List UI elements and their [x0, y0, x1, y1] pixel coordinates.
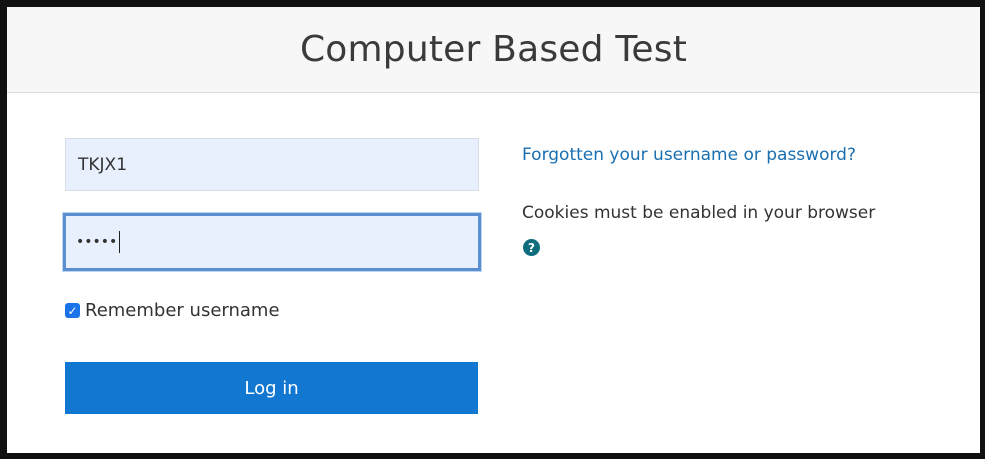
- password-input[interactable]: •••••: [63, 213, 481, 271]
- remember-username-label: Remember username: [85, 300, 280, 321]
- question-circle-icon[interactable]: ?: [523, 239, 540, 256]
- remember-username[interactable]: ✓ Remember username: [65, 300, 280, 321]
- password-value: •••••: [76, 234, 118, 250]
- login-button[interactable]: Log in: [65, 362, 478, 414]
- username-value: TKJX1: [78, 154, 128, 175]
- forgot-credentials-link[interactable]: Forgotten your username or password?: [522, 145, 856, 165]
- page-title: Computer Based Test: [299, 29, 688, 70]
- username-input[interactable]: TKJX1: [65, 138, 479, 191]
- page-header: Computer Based Test: [7, 7, 980, 93]
- cookies-notice: Cookies must be enabled in your browser: [522, 203, 876, 223]
- text-cursor: [119, 231, 121, 253]
- remember-username-checkbox[interactable]: ✓: [65, 303, 80, 318]
